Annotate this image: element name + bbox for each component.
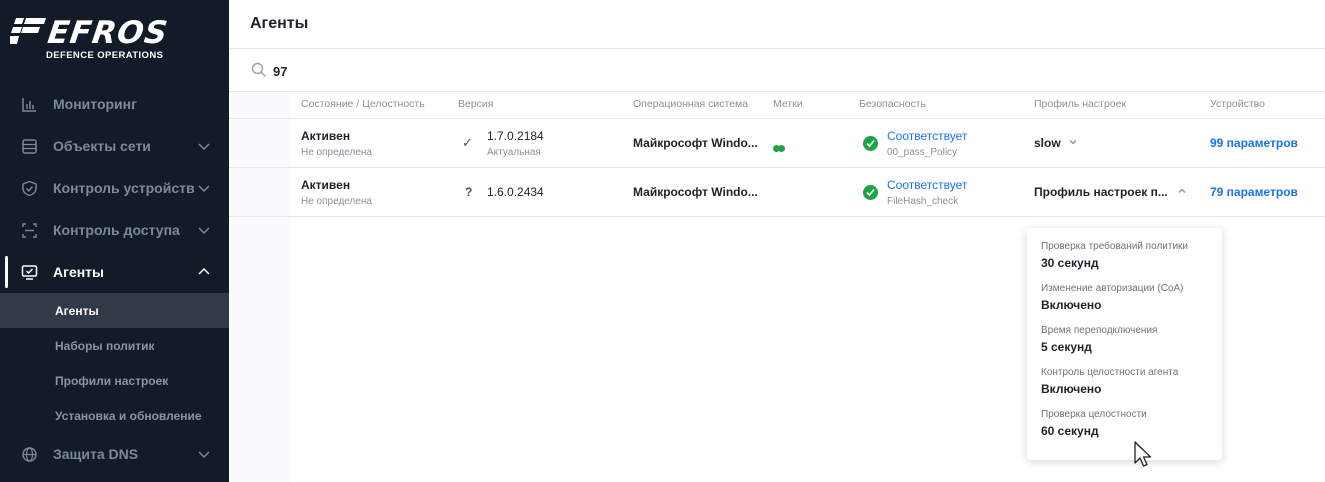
- list-icon: [22, 138, 37, 154]
- brand-logo[interactable]: EFROS DEFENCE OPERATIONS: [10, 14, 220, 64]
- profile-dropdown[interactable]: slow: [1034, 136, 1078, 150]
- sidebar-item-network-objects[interactable]: Объекты сети: [0, 125, 229, 167]
- globe-icon: [22, 446, 37, 462]
- chevron-up-icon: [1178, 188, 1186, 193]
- popup-item: Контроль целостности агента Включено: [1041, 367, 1178, 396]
- sidebar-item-dns-protection[interactable]: Защита DNS: [0, 433, 229, 475]
- monitor-icon: [21, 264, 38, 280]
- chart-icon: [22, 97, 36, 112]
- popup-item-value: Включено: [1041, 382, 1102, 396]
- version-check-icon: ✓: [462, 135, 473, 150]
- search-icon: [251, 62, 266, 77]
- brand-name: EFROS: [45, 15, 171, 51]
- chevron-down-icon: [198, 143, 210, 151]
- tag-icon[interactable]: [773, 139, 785, 157]
- scan-icon: [22, 222, 37, 238]
- table-row[interactable]: Активен Не определена ✓ 1.7.0.2184 Актуа…: [229, 119, 1325, 168]
- agent-os: Майкрософт Windo...: [633, 136, 758, 150]
- security-status-link[interactable]: Соответствует: [887, 129, 967, 143]
- sidebar-item-label: Защита DNS: [53, 446, 139, 462]
- popup-item-value: 30 секунд: [1041, 256, 1099, 270]
- sidebar-item-label: Контроль устройств: [53, 180, 195, 196]
- agent-version-status: Актуальная: [487, 147, 541, 158]
- chevron-up-icon: [198, 267, 210, 275]
- column-header-version[interactable]: Версия: [458, 98, 493, 110]
- popup-item-label: Контроль целостности агента: [1041, 367, 1179, 378]
- security-status-link[interactable]: Соответствует: [887, 178, 967, 192]
- sidebar-item-label: Контроль доступа: [53, 222, 180, 238]
- sidebar-subitem-label: Наборы политик: [55, 338, 155, 353]
- column-header-device[interactable]: Устройство: [1210, 98, 1265, 110]
- sidebar-subitem-label: Профили настроек: [55, 373, 169, 388]
- popup-item-value: 5 секунд: [1041, 340, 1092, 354]
- security-policy: FileHash_check: [887, 196, 959, 207]
- chevron-down-icon: [198, 227, 210, 235]
- sidebar-subitem-install-update[interactable]: Установка и обновление: [0, 398, 229, 433]
- profile-value: Профиль настроек п...: [1034, 185, 1168, 199]
- shield-icon: [22, 180, 37, 196]
- column-header-tags[interactable]: Метки: [773, 98, 803, 110]
- compliant-check-icon: [863, 136, 878, 151]
- agent-version: 1.7.0.2184: [487, 129, 544, 143]
- version-unknown-icon: ?: [465, 185, 473, 199]
- profile-details-popup: Проверка требований политики 30 секунд И…: [1027, 228, 1222, 460]
- column-header-os[interactable]: Операционная система: [633, 98, 748, 110]
- logo-mark-icon: [10, 18, 46, 44]
- popup-item: Проверка требований политики 30 секунд: [1041, 241, 1188, 270]
- popup-item-label: Проверка требований политики: [1041, 241, 1188, 252]
- popup-item: Время переподключения 5 секунд: [1041, 325, 1157, 354]
- sidebar-subitem-policy-sets[interactable]: Наборы политик: [0, 328, 229, 363]
- chevron-down-icon: [198, 451, 210, 459]
- search-input[interactable]: [273, 61, 573, 81]
- profile-value: slow: [1034, 136, 1061, 150]
- sidebar-item-monitoring[interactable]: Мониторинг: [0, 83, 229, 125]
- popup-item: Изменение авторизации (CoA) Включено: [1041, 283, 1184, 312]
- sidebar-item-label: Объекты сети: [53, 138, 151, 154]
- security-policy: 00_pass_Policy: [887, 147, 958, 158]
- search-bar: [229, 49, 1325, 92]
- column-header-profile[interactable]: Профиль настроек: [1034, 98, 1126, 110]
- agent-state: Активен: [301, 178, 351, 192]
- mouse-cursor-icon: [1134, 441, 1152, 467]
- popup-item-value: 60 секунд: [1041, 424, 1099, 438]
- chevron-down-icon: [198, 185, 210, 193]
- page-title: Агенты: [250, 15, 309, 32]
- popup-item: Проверка целостности 60 секунд: [1041, 409, 1147, 438]
- sidebar-subitem-agents[interactable]: Агенты: [0, 293, 229, 328]
- brand-tagline: DEFENCE OPERATIONS: [46, 50, 164, 61]
- column-header-security[interactable]: Безопасность: [859, 98, 926, 110]
- sidebar-subitem-label: Установка и обновление: [55, 408, 202, 423]
- page-header: Агенты: [229, 0, 1325, 49]
- popup-item-label: Проверка целостности: [1041, 409, 1147, 420]
- sidebar-item-agents[interactable]: Агенты: [0, 251, 229, 293]
- popup-item-value: Включено: [1041, 298, 1102, 312]
- sidebar-item-label: Агенты: [53, 264, 104, 280]
- device-params-link[interactable]: 79 параметров: [1210, 185, 1298, 199]
- sidebar-subitem-settings-profiles[interactable]: Профили настроек: [0, 363, 229, 398]
- sidebar: EFROS DEFENCE OPERATIONS Мониторинг Объе…: [0, 0, 229, 482]
- chevron-down-icon: [1069, 140, 1077, 145]
- sidebar-item-device-control[interactable]: Контроль устройств: [0, 167, 229, 209]
- popup-item-label: Изменение авторизации (CoA): [1041, 283, 1184, 294]
- agent-os: Майкрософт Windo...: [633, 185, 758, 199]
- profile-dropdown[interactable]: Профиль настроек п...: [1034, 185, 1187, 199]
- table-header: Состояние / Целостность Версия Операцион…: [229, 92, 1325, 119]
- agent-integrity: Не определена: [301, 196, 372, 207]
- agent-version: 1.6.0.2434: [487, 185, 544, 199]
- sidebar-subitem-label: Агенты: [55, 303, 99, 318]
- sidebar-item-access-control[interactable]: Контроль доступа: [0, 209, 229, 251]
- compliant-check-icon: [863, 185, 878, 200]
- table-row[interactable]: Активен Не определена ? 1.6.0.2434 Майкр…: [229, 168, 1325, 217]
- popup-item-label: Время переподключения: [1041, 325, 1158, 336]
- column-header-state[interactable]: Состояние / Целостность: [301, 98, 425, 110]
- device-params-link[interactable]: 99 параметров: [1210, 136, 1298, 150]
- agent-state: Активен: [301, 129, 351, 143]
- agent-integrity: Не определена: [301, 147, 372, 158]
- sidebar-item-label: Мониторинг: [53, 96, 137, 112]
